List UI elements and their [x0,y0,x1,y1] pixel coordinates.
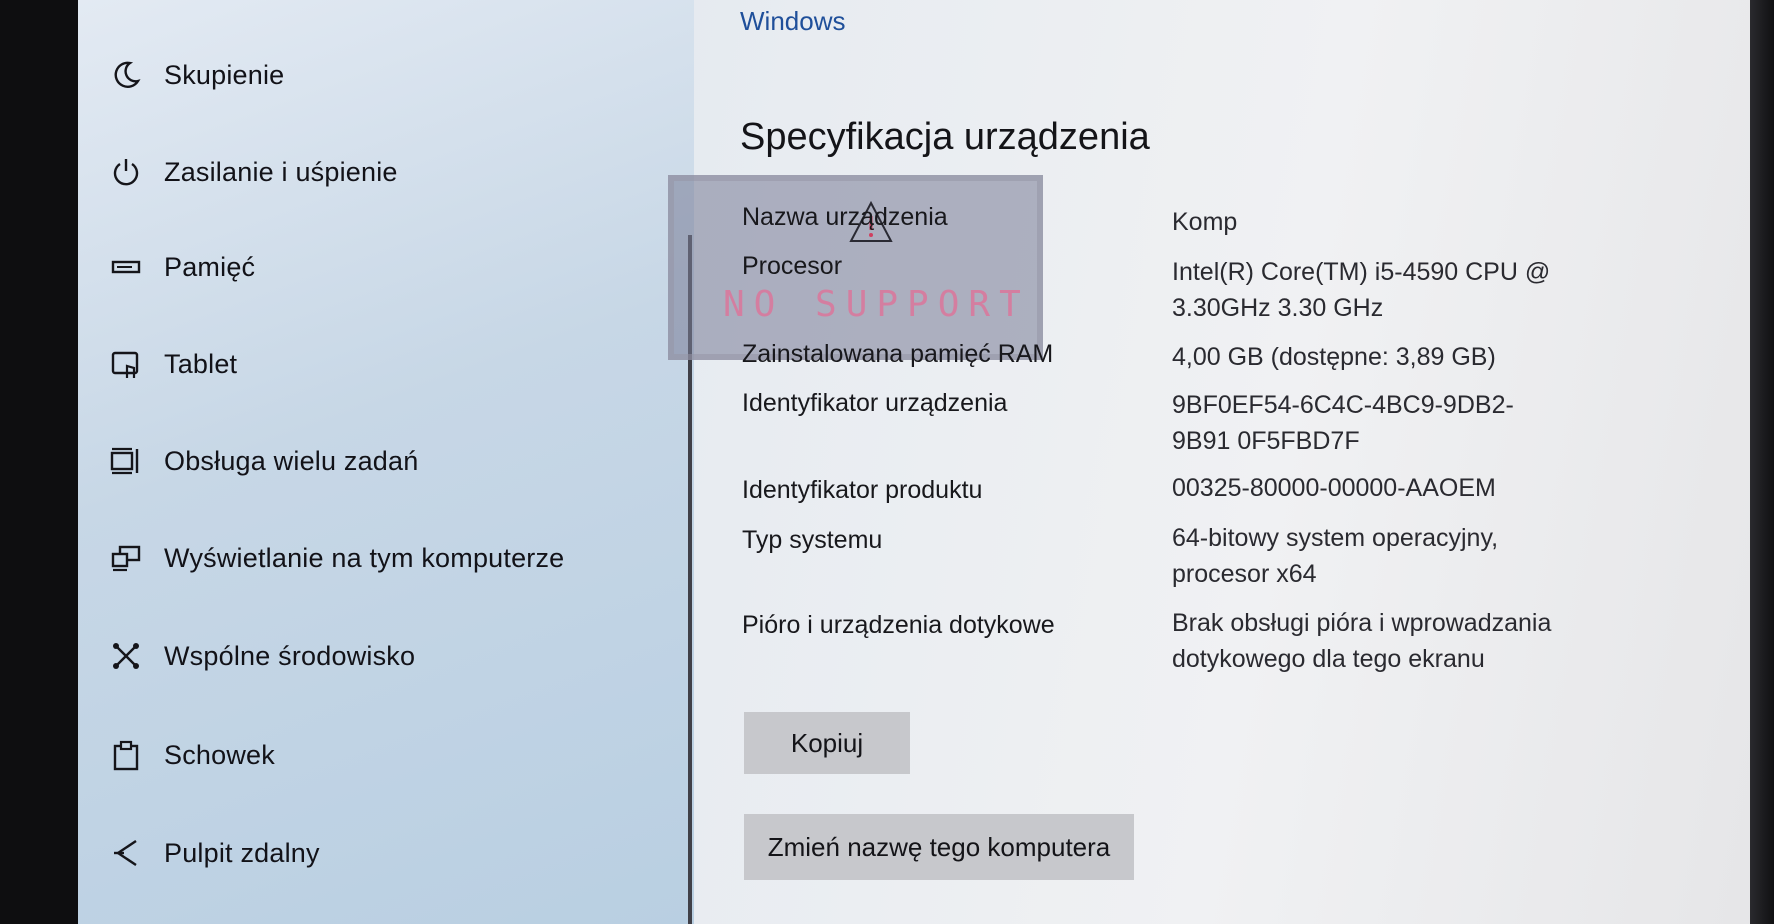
tablet-icon [108,346,144,382]
windows-security-link[interactable]: Windows [740,6,845,37]
spec-label-processor: Procesor [742,252,843,280]
spec-label-product-id: Identyfikator produktu [742,476,983,504]
sidebar-item-label: Zasilanie i uśpienie [164,156,398,187]
spec-value-processor: Intel(R) Core(TM) i5-4590 CPU @ 3.30GHz … [1172,258,1551,322]
sidebar-item-wielozadaniowosc[interactable]: Obsługa wielu zadań [108,431,418,491]
sidebar-item-wyswietlanie[interactable]: Wyświetlanie na tym komputerze [108,528,564,588]
settings-window: Skupienie Zasilanie i uśpienie Pamięć Ta… [78,0,1750,924]
spec-value-pen-touch: Brak obsługi pióra i wprowadzania dotyko… [1172,609,1552,673]
sidebar-item-label: Pulpit zdalny [164,837,320,868]
copy-button[interactable]: Kopiuj [744,712,910,774]
remote-desktop-icon [108,835,144,871]
sidebar-item-zasilanie[interactable]: Zasilanie i uśpienie [108,142,398,202]
spec-value-product-id: 00325-80000-00000-AAOEM [1172,474,1496,502]
sidebar-item-label: Pamięć [164,251,256,282]
monitor-bezel [1750,0,1774,924]
sidebar-item-wspolne-srodowisko[interactable]: Wspólne środowisko [108,626,415,686]
sidebar-item-label: Skupienie [164,59,285,90]
section-title: Specyfikacja urządzenia [740,116,1150,158]
shared-experiences-icon [108,638,144,674]
sidebar-item-skupienie[interactable]: Skupienie [108,45,284,105]
sidebar-item-label: Wyświetlanie na tym komputerze [164,542,565,573]
spec-value-ram: 4,00 GB (dostępne: 3,89 GB) [1172,343,1496,371]
sidebar-item-schowek[interactable]: Schowek [108,725,275,785]
rename-pc-button[interactable]: Zmień nazwę tego komputera [744,814,1134,880]
spec-label-device-id: Identyfikator urządzenia [742,389,1008,417]
spec-value-device-name: Komp [1172,208,1238,236]
power-icon [108,154,144,190]
storage-icon [108,249,144,285]
sidebar-item-tablet[interactable]: Tablet [108,334,237,394]
spec-label-device-name: Nazwa urządzenia [742,203,948,231]
spec-label-ram: Zainstalowana pamięć RAM [742,340,1054,368]
moon-icon [108,57,144,93]
multitasking-icon [108,443,144,479]
sidebar-item-pulpit-zdalny[interactable]: Pulpit zdalny [108,823,320,883]
spec-label-system-type: Typ systemu [742,526,883,554]
clipboard-icon [108,737,144,773]
sidebar-item-label: Wspólne środowisko [164,640,416,671]
projecting-icon [108,540,144,576]
sidebar-item-label: Obsługa wielu zadań [164,445,419,476]
spec-value-system-type: 64-bitowy system operacyjny, procesor x6… [1172,524,1499,588]
overlay-text: NO SUPPORT [723,284,1030,325]
spec-label-pen-touch: Pióro i urządzenia dotykowe [742,611,1055,639]
sidebar: Skupienie Zasilanie i uśpienie Pamięć Ta… [78,0,694,924]
sidebar-item-label: Tablet [164,348,238,379]
sidebar-item-label: Schowek [164,739,275,770]
sidebar-item-pamiec[interactable]: Pamięć [108,237,255,297]
spec-value-device-id: 9BF0EF54-6C4C-4BC9-9DB2-9B91 0F5FBD7F [1172,391,1514,455]
